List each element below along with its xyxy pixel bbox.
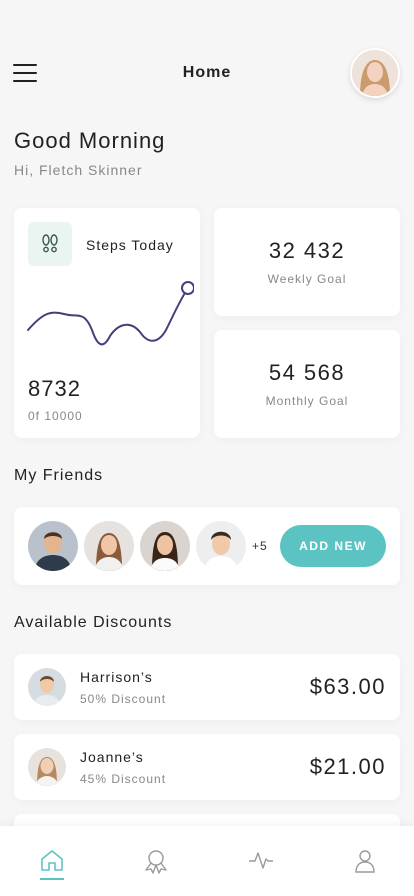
home-icon [41,850,63,871]
monthly-goal-value: 54 568 [268,360,346,385]
greeting-subtitle: Hi, Fletch Skinner [14,162,143,178]
steps-title: Steps Today [86,237,174,253]
discount-percent: 50% Discount [80,692,167,706]
greeting-title: Good Morning [14,128,166,153]
discount-item[interactable]: Joanne’s 45% Discount $21.00 [14,734,400,800]
friend-avatar[interactable] [28,521,78,571]
tab-activity[interactable] [246,848,276,884]
discount-price: $63.00 [309,674,386,699]
profile-avatar[interactable] [350,48,400,98]
activity-icon [249,852,273,869]
friends-card: +5 ADD NEW [14,507,400,585]
friend-avatar[interactable] [196,521,246,571]
discounts-section-title: Available Discounts [14,614,173,631]
header: Home [0,46,414,102]
footprints-icon [28,222,72,266]
discount-price: $21.00 [309,754,386,779]
weekly-goal-label: Weekly Goal [267,272,347,286]
steps-sparkline [27,281,194,346]
bottom-tab-bar [0,826,414,896]
steps-value: 8732 [28,376,81,401]
friends-section-title: My Friends [14,467,104,484]
weekly-goal-card[interactable]: 32 432 Weekly Goal [214,208,400,316]
user-icon [355,850,375,873]
avatar [28,668,66,706]
discount-percent: 45% Discount [80,772,167,786]
weekly-goal-value: 32 432 [268,238,346,263]
award-icon [145,850,167,874]
tab-home[interactable] [37,848,67,884]
discount-item[interactable]: Harrison’s 50% Discount $63.00 [14,654,400,720]
active-tab-indicator [40,878,64,880]
steps-goal-text: 0f 10000 [28,409,83,423]
monthly-goal-label: Monthly Goal [265,394,349,408]
friends-more-count[interactable]: +5 [252,539,268,553]
discount-name: Joanne’s [80,749,144,765]
friend-avatar[interactable] [84,521,134,571]
steps-card[interactable]: Steps Today 8732 0f 10000 [14,208,200,438]
tab-awards[interactable] [141,848,171,884]
tab-profile[interactable] [350,848,380,884]
friend-avatar[interactable] [140,521,190,571]
add-friend-button[interactable]: ADD NEW [280,525,386,567]
discount-name: Harrison’s [80,669,153,685]
avatar [28,748,66,786]
monthly-goal-card[interactable]: 54 568 Monthly Goal [214,330,400,438]
